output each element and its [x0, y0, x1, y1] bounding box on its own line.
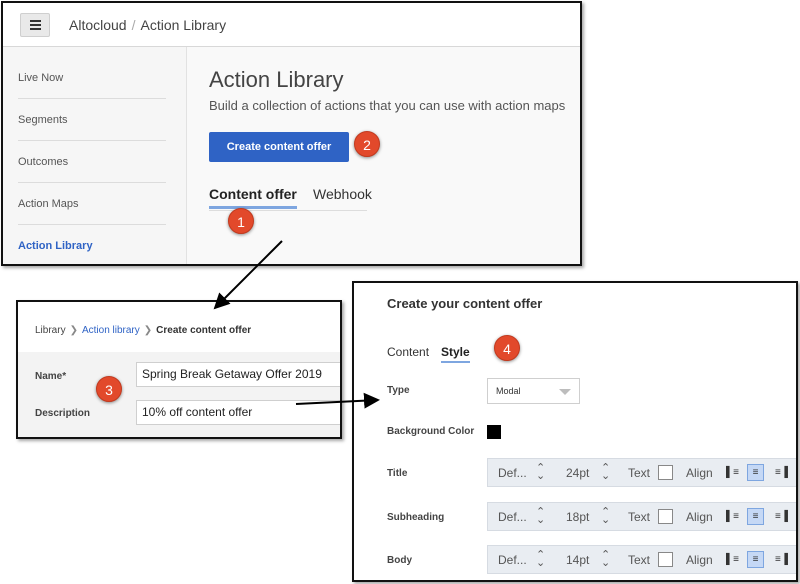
- arrow-form-to-style: [295, 392, 380, 409]
- callout-2: 2: [354, 131, 380, 157]
- callout-1: 1: [228, 208, 254, 234]
- connector-arrows: [213, 240, 380, 409]
- callout-3: 3: [96, 376, 122, 402]
- arrow-main-to-form: [213, 240, 283, 310]
- callout-4: 4: [494, 335, 520, 361]
